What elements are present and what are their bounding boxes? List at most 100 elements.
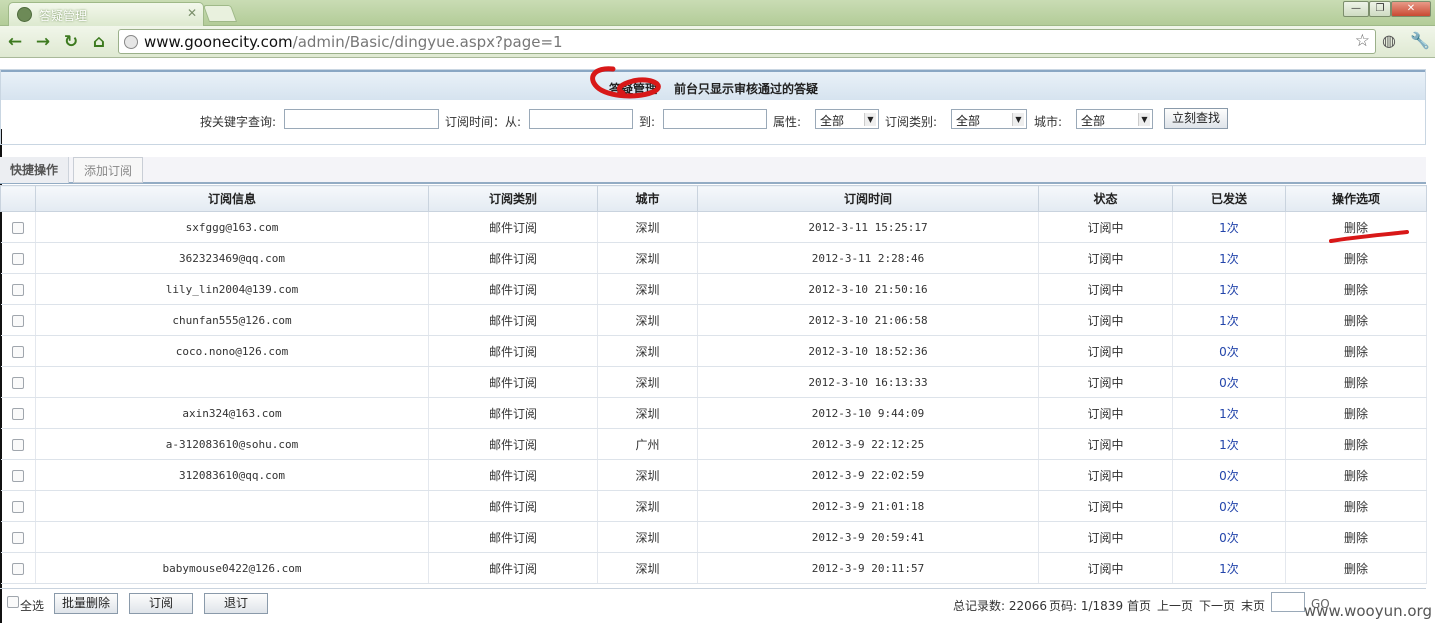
cell-city: 深圳	[635, 313, 660, 328]
delete-link[interactable]: 删除	[1344, 438, 1368, 452]
time-from-input[interactable]	[529, 109, 633, 129]
header-time: 订阅时间	[697, 185, 1039, 212]
sent-count-link[interactable]: 1次	[1219, 407, 1239, 421]
subscribe-button[interactable]: 订阅	[129, 593, 193, 614]
sent-count-link[interactable]: 0次	[1219, 376, 1239, 390]
prev-page-link[interactable]: 上一页	[1157, 597, 1193, 614]
tab-add-subscription[interactable]: 添加订阅	[73, 157, 144, 183]
type-select[interactable]: 全部 ▼	[951, 109, 1027, 129]
cell-sent: 1次	[1172, 273, 1286, 305]
sent-count-link[interactable]: 0次	[1219, 469, 1239, 483]
row-checkbox[interactable]	[11, 469, 24, 482]
cell-action: 删除	[1285, 428, 1427, 460]
cell-city: 深圳	[597, 490, 698, 522]
delete-link[interactable]: 删除	[1344, 562, 1368, 576]
search-button[interactable]: 立刻查找	[1164, 108, 1228, 129]
row-checkbox[interactable]	[11, 345, 24, 358]
table-row: chunfan555@126.com 邮件订阅 深圳 2012-3-10 21:06:…	[0, 304, 1427, 336]
row-checkbox[interactable]	[11, 500, 24, 513]
sent-count-link[interactable]: 1次	[1219, 314, 1239, 328]
city-select[interactable]: 全部 ▼	[1076, 109, 1153, 129]
home-icon[interactable]: ⌂	[88, 31, 110, 53]
select-all-checkbox[interactable]	[7, 596, 19, 608]
back-icon[interactable]: ←	[4, 31, 26, 53]
cell-sent: 0次	[1172, 366, 1286, 398]
cell-city: 深圳	[597, 242, 698, 274]
table-row: 邮件订阅 深圳 2012-3-10 16:13:33 订阅中 0次 删除	[0, 366, 1427, 398]
cell-type: 邮件订阅	[488, 282, 537, 297]
delete-link[interactable]: 删除	[1344, 376, 1368, 390]
attr-select[interactable]: 全部 ▼	[815, 109, 879, 129]
sent-count-link[interactable]: 0次	[1219, 500, 1239, 514]
cell-city: 深圳	[635, 375, 660, 390]
batch-delete-button[interactable]: 批量删除	[54, 593, 118, 614]
sent-count-link[interactable]: 1次	[1219, 438, 1239, 452]
cell-info: a-312083610@sohu.com	[35, 428, 429, 460]
city-label: 城市:	[1034, 115, 1063, 129]
unsubscribe-button[interactable]: 退订	[204, 593, 268, 614]
row-checkbox[interactable]	[11, 221, 24, 234]
address-bar[interactable]: www.goonecity.com/admin/Basic/dingyue.as…	[118, 29, 1376, 54]
checkbox-cell	[0, 490, 36, 522]
checkbox-cell	[0, 335, 36, 367]
sent-count-link[interactable]: 0次	[1219, 531, 1239, 545]
delete-link[interactable]: 删除	[1344, 283, 1368, 297]
bookmark-star-icon[interactable]: ☆	[1355, 31, 1370, 51]
page-number-input[interactable]	[1271, 592, 1305, 612]
row-checkbox[interactable]	[11, 252, 24, 265]
delete-link[interactable]: 删除	[1344, 500, 1368, 514]
row-checkbox[interactable]	[11, 283, 24, 296]
row-checkbox[interactable]	[11, 407, 24, 420]
checkbox-cell	[0, 459, 36, 491]
keyword-label: 按关键字查询:	[200, 115, 277, 129]
tab-close-icon[interactable]: ✕	[187, 6, 197, 20]
sent-count-link[interactable]: 1次	[1219, 252, 1239, 266]
row-checkbox[interactable]	[11, 562, 24, 575]
first-page-link[interactable]: 首页	[1127, 597, 1151, 614]
close-window-button[interactable]: ✕	[1391, 1, 1431, 17]
delete-link[interactable]: 删除	[1344, 221, 1368, 235]
time-to-input[interactable]	[663, 109, 767, 129]
page-info-icon[interactable]	[124, 35, 138, 49]
delete-link[interactable]: 删除	[1344, 314, 1368, 328]
sent-count-link[interactable]: 1次	[1219, 221, 1239, 235]
cell-status: 订阅中	[1038, 366, 1173, 398]
new-tab-button[interactable]	[202, 5, 238, 22]
cell-info: lily_lin2004@139.com	[35, 273, 429, 305]
cell-action: 删除	[1285, 242, 1427, 274]
keyword-input[interactable]	[284, 109, 439, 129]
cell-info	[35, 521, 429, 553]
row-checkbox[interactable]	[11, 314, 24, 327]
maximize-button[interactable]: ❐	[1369, 1, 1391, 17]
delete-link[interactable]: 删除	[1344, 407, 1368, 421]
wrench-icon[interactable]: 🔧	[1410, 31, 1430, 50]
delete-link[interactable]: 删除	[1344, 345, 1368, 359]
minimize-button[interactable]: —	[1343, 1, 1369, 17]
browser-tab[interactable]: 答疑管理 ✕	[8, 2, 204, 26]
delete-link[interactable]: 删除	[1344, 531, 1368, 545]
next-page-link[interactable]: 下一页	[1199, 597, 1235, 614]
tab-quick-actions[interactable]: 快捷操作	[0, 157, 70, 183]
cell-time: 2012-3-10 18:52:36	[808, 344, 928, 358]
delete-link[interactable]: 删除	[1344, 469, 1368, 483]
forward-icon[interactable]: →	[32, 31, 54, 53]
watermark: www.wooyun.org	[1303, 602, 1432, 620]
cell-type: 邮件订阅	[428, 273, 598, 305]
cell-city: 深圳	[597, 211, 698, 243]
sent-count-link[interactable]: 1次	[1219, 562, 1239, 576]
delete-link[interactable]: 删除	[1344, 252, 1368, 266]
cell-city: 深圳	[635, 344, 660, 359]
last-page-link[interactable]: 末页	[1241, 597, 1265, 614]
sent-count-link[interactable]: 0次	[1219, 345, 1239, 359]
cell-time: 2012-3-9 21:01:18	[811, 499, 925, 513]
sent-count-link[interactable]: 1次	[1219, 283, 1239, 297]
row-checkbox[interactable]	[11, 531, 24, 544]
row-checkbox[interactable]	[11, 438, 24, 451]
row-checkbox[interactable]	[11, 376, 24, 389]
page-menu-icon[interactable]: ◍	[1382, 31, 1396, 50]
cell-action: 删除	[1285, 335, 1427, 367]
reload-icon[interactable]: ↻	[60, 31, 82, 53]
checkbox-cell	[0, 521, 36, 553]
cell-action: 删除	[1285, 521, 1427, 553]
cell-status: 订阅中	[1038, 521, 1173, 553]
